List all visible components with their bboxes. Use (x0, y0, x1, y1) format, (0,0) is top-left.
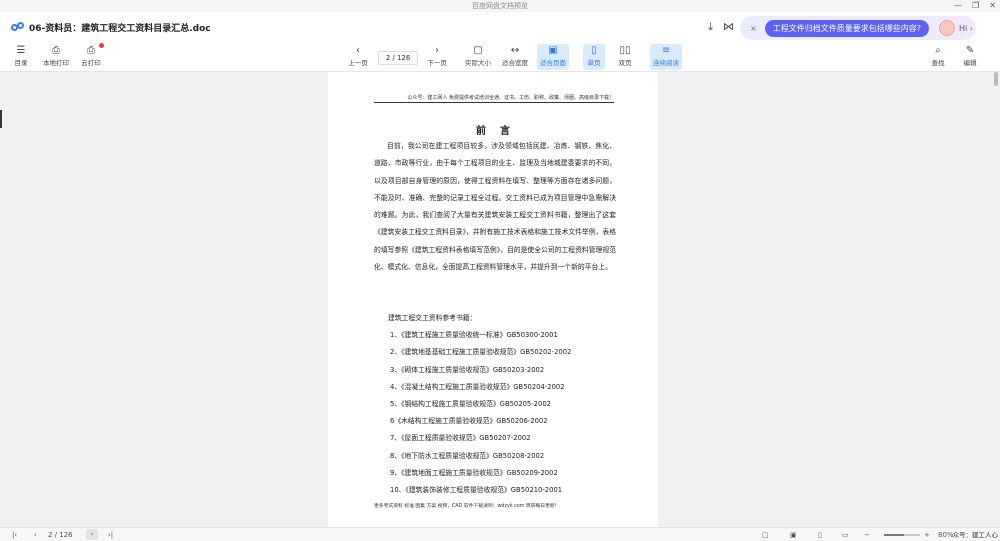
view-mode-icon[interactable]: ▢ (762, 529, 769, 541)
ai-hi-label[interactable]: Hi › (959, 24, 973, 33)
document-title: 06-资料员：建筑工程交工资料目录汇总.doc (29, 23, 211, 34)
page-number-input[interactable]: 2 / 126 (378, 51, 418, 65)
local-print-label: 本地打印 (43, 59, 69, 67)
single-page-label: 单页 (587, 59, 601, 67)
toc-label: 目录 (14, 59, 28, 67)
fit-page-button[interactable]: ▣ 适合页面 (537, 44, 569, 70)
double-page-icon: ▯▯ (619, 45, 631, 56)
actual-size-button[interactable]: ▢ 实际大小 (464, 44, 492, 70)
page-title: 前言 (476, 126, 524, 137)
document-viewer[interactable]: 公众号：建工网人 免费提供考试培训全通、证书、工伤、职称、政策、师圈、高级目录下… (0, 72, 1000, 527)
fit-width-icon: ↔ (510, 45, 520, 56)
actual-size-label: 实际大小 (465, 59, 491, 67)
zoom-slider[interactable] (884, 534, 920, 536)
actual-size-icon: ▢ (473, 45, 483, 56)
reference-list: 建筑工程交工资料参考书籍： 1、《建筑工程施工质量验收统一标准》GB50300-… (378, 310, 618, 499)
download-icon[interactable]: ⤓ (708, 20, 713, 34)
toc-button[interactable]: ☰ 目录 (12, 44, 30, 70)
ai-assistant-bar[interactable]: × 工程文件归档文件质量要求包括哪些内容? Hi › (740, 16, 976, 40)
double-page-label: 双页 (618, 59, 632, 67)
reference-intro: 建筑工程交工资料参考书籍： (388, 314, 477, 322)
window-title-bar: 百度网盘文档预览 — ❐ ✕ (0, 0, 1000, 12)
continuous-read-icon: ≡ (661, 45, 671, 56)
fit-page-icon: ▣ (548, 45, 558, 56)
window-title: 百度网盘文档预览 (472, 2, 528, 10)
reference-item: 6《木结构工程施工质量验收规范》GB50206-2002 (390, 417, 548, 426)
zoom-percent: 80% (938, 531, 954, 539)
reference-item: 10、《建筑装饰装修工程质量验收规范》GB50210-2001 (390, 486, 563, 495)
chevron-right-icon: › (435, 45, 439, 56)
cloud-print-button[interactable]: ⎙ 云打印 (80, 43, 104, 70)
reference-item: 5、《钢结构工程施工质量验收规范》GB50205-2002 (390, 400, 551, 409)
zoom-slider-fill (884, 534, 904, 536)
view-mode-icon[interactable]: ▣ (790, 529, 797, 541)
header-actions: ⤓ ⋈ (708, 20, 734, 34)
page-header-text: 公众号：建工网人 免费提供考试培训全通、证书、工伤、职称、政策、师圈、高级目录下… (374, 94, 614, 103)
zoom-in-icon[interactable]: + (924, 529, 930, 541)
search-label: 查找 (931, 59, 945, 67)
edit-icon: ✎ (965, 45, 975, 56)
next-page-icon[interactable]: › (86, 529, 98, 540)
view-mode-icon[interactable]: ▯ (818, 529, 822, 541)
vertical-scrollbar[interactable] (994, 72, 998, 86)
last-page-icon[interactable]: ›| (108, 529, 113, 541)
chevron-left-icon: ‹ (356, 45, 360, 56)
preface-paragraph: 目前，我公司在建工程项目较多，涉及领域包括民建、冶炼、钢铁、焦化、道路、市政等行… (374, 138, 616, 276)
close-icon[interactable]: ✕ (989, 0, 996, 12)
single-page-icon: ▯ (591, 45, 597, 56)
fit-width-label: 适合宽度 (502, 59, 528, 67)
prev-page-button[interactable]: ‹ 上一页 (347, 44, 369, 70)
baidu-netdisk-logo-icon (11, 22, 25, 32)
bottom-status-bar: |‹ ‹ 2 / 126 › ›| ▢ ▣ ▯ ▭ − + 80% 众号：建工人… (0, 527, 1000, 541)
printer-icon: ⎙ (52, 45, 60, 56)
toc-icon: ☰ (16, 45, 26, 56)
edit-button[interactable]: ✎ 编辑 (960, 44, 980, 70)
fit-page-label: 适合页面 (540, 59, 566, 67)
document-header: 06-资料员：建筑工程交工资料目录汇总.doc ⤓ ⋈ × 工程文件归档文件质量… (0, 12, 1000, 42)
next-page-label: 下一页 (427, 59, 447, 67)
prev-page-label: 上一页 (348, 59, 368, 67)
share-icon[interactable]: ⋈ (723, 20, 734, 34)
ai-close-icon[interactable]: × (750, 24, 757, 33)
single-page-button[interactable]: ▯ 单页 (583, 44, 605, 70)
double-page-button[interactable]: ▯▯ 双页 (614, 44, 636, 70)
view-mode-icon[interactable]: ▭ (842, 529, 849, 541)
reference-item: 3、《砌体工程施工质量验收规范》GB50203-2002 (390, 365, 545, 374)
search-icon: ⌕ (935, 45, 941, 56)
continuous-read-button[interactable]: ≡ 连续阅读 (650, 44, 682, 70)
edit-label: 编辑 (963, 59, 977, 67)
window-controls: — ❐ ✕ (954, 0, 996, 12)
search-button[interactable]: ⌕ 查找 (928, 44, 948, 70)
next-page-button[interactable]: › 下一页 (426, 44, 448, 70)
preface-text: 目前，我公司在建工程项目较多，涉及领域包括民建、冶炼、钢铁、焦化、道路、市政等行… (374, 142, 616, 272)
fit-width-button[interactable]: ↔ 适合宽度 (501, 44, 529, 70)
restore-icon[interactable]: ❐ (972, 0, 979, 12)
zoom-out-icon[interactable]: − (864, 529, 870, 541)
continuous-read-label: 连续阅读 (653, 59, 679, 67)
ai-suggested-question[interactable]: 工程文件归档文件质量要求包括哪些内容? (764, 19, 929, 37)
prev-page-icon[interactable]: ‹ (34, 529, 37, 541)
cloud-printer-icon: ⎙ (80, 43, 104, 57)
document-page: 公众号：建工网人 免费提供考试培训全通、证书、工伤、职称、政策、师圈、高级目录下… (328, 72, 658, 527)
text-cursor-marker (0, 110, 2, 128)
bottom-page-indicator[interactable]: 2 / 126 (48, 529, 73, 541)
cloud-print-label: 云打印 (81, 59, 101, 67)
notification-dot (99, 43, 104, 48)
page-footer-text: 更多考试资料 标准 图集 方案 视频，CAD 软件下载请到：wdzyk.com … (374, 504, 560, 509)
reference-item: 1、《建筑工程施工质量验收统一标准》GB50300-2001 (390, 331, 558, 340)
reference-item: 7、《屋面工程质量验收规范》GB50207-2002 (390, 434, 531, 443)
local-print-button[interactable]: ⎙ 本地打印 (42, 44, 70, 70)
watermark-text: 众号：建工人心 (952, 531, 999, 539)
minimize-icon[interactable]: — (954, 0, 962, 12)
ai-avatar-icon[interactable] (938, 20, 955, 36)
reference-item: 2、《建筑地基基础工程施工质量验收规范》GB50202-2002 (390, 348, 572, 357)
viewer-toolbar: ☰ 目录 ⎙ 本地打印 ⎙ 云打印 ‹ 上一页 2 / 126 › 下一页 ▢ … (0, 42, 1000, 72)
reference-item: 9、《建筑地面工程施工质量验收规范》GB50209-2002 (390, 468, 558, 477)
first-page-icon[interactable]: |‹ (12, 529, 17, 541)
reference-item: 4、《混凝土结构工程施工质量验收规范》GB50204-2002 (390, 382, 565, 391)
reference-item: 8、《地下防水工程质量验收规范》GB50208-2002 (390, 451, 545, 460)
